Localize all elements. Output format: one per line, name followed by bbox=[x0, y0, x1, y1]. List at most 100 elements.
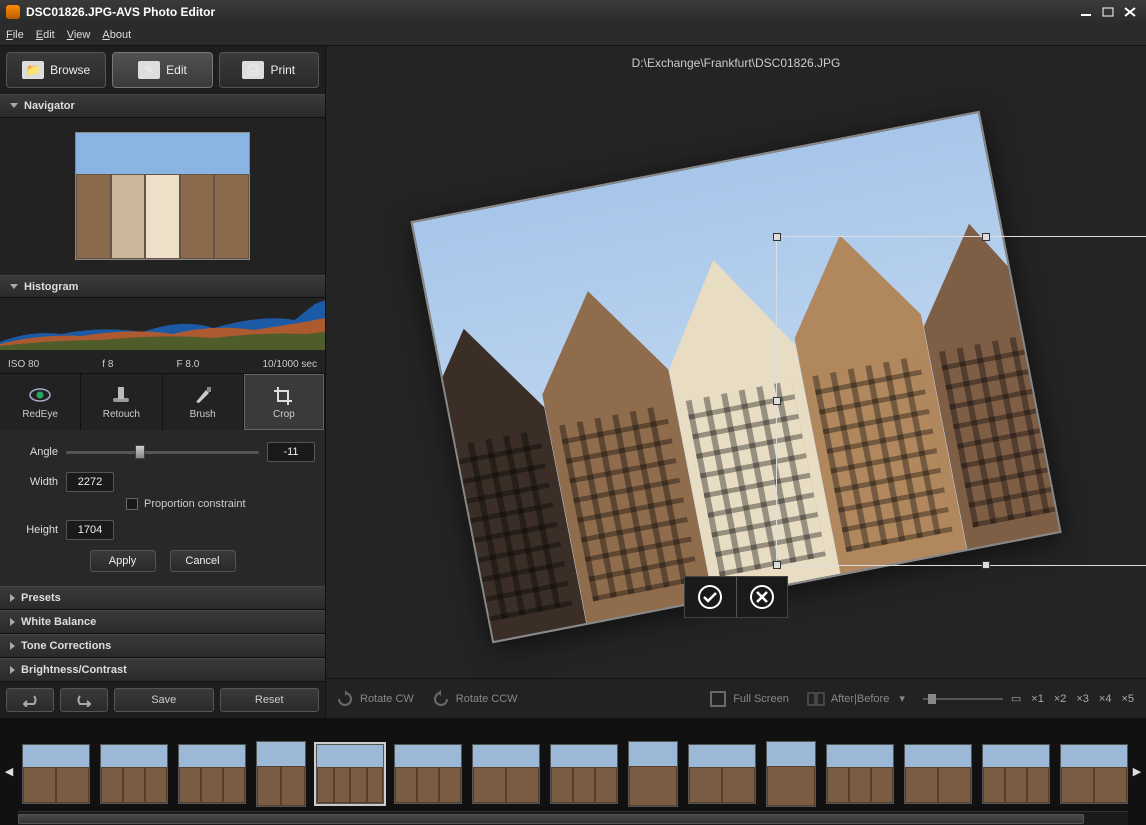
crop-handle[interactable] bbox=[982, 233, 990, 241]
file-path: D:\Exchange\Frankfurt\DSC01826.JPG bbox=[326, 46, 1146, 76]
eye-icon bbox=[28, 385, 52, 405]
zoom-x3[interactable]: ×3 bbox=[1074, 693, 1091, 705]
browse-button[interactable]: 📁Browse bbox=[6, 52, 106, 88]
thumbnail[interactable] bbox=[904, 744, 972, 804]
crop-handle[interactable] bbox=[773, 397, 781, 405]
proportion-checkbox[interactable] bbox=[126, 498, 138, 510]
tone-corrections-header[interactable]: Tone Corrections bbox=[0, 634, 325, 658]
thumbnail[interactable] bbox=[22, 744, 90, 804]
rotate-cw-button[interactable]: Rotate CW bbox=[336, 690, 414, 708]
angle-slider[interactable] bbox=[66, 445, 259, 459]
crop-icon bbox=[272, 385, 296, 405]
save-button[interactable]: Save bbox=[114, 688, 214, 712]
reject-button[interactable] bbox=[737, 577, 788, 617]
crop-panel: Angle -11 Width 2272 Proportion constrai… bbox=[0, 430, 325, 586]
thumbnail[interactable] bbox=[550, 744, 618, 804]
histogram-panel: ISO 80 f 8 F 8.0 10/1000 sec bbox=[0, 298, 325, 373]
retouch-icon bbox=[109, 385, 133, 405]
retouch-tool[interactable]: Retouch bbox=[81, 374, 162, 430]
thumbnail[interactable] bbox=[100, 744, 168, 804]
menu-file[interactable]: File bbox=[6, 29, 24, 41]
thumbnail[interactable] bbox=[472, 744, 540, 804]
chevron-down-icon: ▾ bbox=[899, 692, 905, 705]
navigator-header[interactable]: Navigator bbox=[0, 94, 325, 118]
cancel-button[interactable]: Cancel bbox=[170, 550, 236, 572]
thumbnail[interactable] bbox=[766, 741, 816, 807]
width-label: Width bbox=[10, 476, 58, 488]
crop-handle[interactable] bbox=[773, 561, 781, 569]
apply-button[interactable]: Apply bbox=[90, 550, 156, 572]
fullscreen-button[interactable]: Full Screen bbox=[709, 690, 789, 708]
undo-icon bbox=[20, 693, 40, 707]
chevron-right-icon bbox=[10, 666, 15, 674]
thumbnail[interactable] bbox=[1060, 744, 1128, 804]
angle-input[interactable]: -11 bbox=[267, 442, 315, 462]
fullscreen-icon bbox=[709, 690, 727, 708]
close-button[interactable] bbox=[1120, 5, 1140, 19]
title-app: AVS Photo Editor bbox=[116, 5, 215, 19]
thumbnail[interactable] bbox=[178, 744, 246, 804]
angle-label: Angle bbox=[10, 446, 58, 458]
crop-tool[interactable]: Crop bbox=[244, 374, 325, 430]
slider-thumb[interactable] bbox=[135, 445, 145, 459]
menu-view[interactable]: View bbox=[67, 29, 91, 41]
zoom-x1[interactable]: ×1 bbox=[1029, 693, 1046, 705]
width-input[interactable]: 2272 bbox=[66, 472, 114, 492]
presets-header[interactable]: Presets bbox=[0, 586, 325, 610]
redo-button[interactable] bbox=[60, 688, 108, 712]
slider-thumb[interactable] bbox=[928, 694, 936, 704]
navigator-thumbnail[interactable] bbox=[75, 132, 250, 260]
crop-handle[interactable] bbox=[982, 561, 990, 569]
thumbnail-selected[interactable] bbox=[316, 744, 384, 804]
confirm-button[interactable] bbox=[685, 577, 736, 617]
thumbnail[interactable] bbox=[826, 744, 894, 804]
content-area: D:\Exchange\Frankfurt\DSC01826.JPG Rotat… bbox=[326, 46, 1146, 718]
thumbnail[interactable] bbox=[394, 744, 462, 804]
histogram-header[interactable]: Histogram bbox=[0, 275, 325, 299]
zoom-x2[interactable]: ×2 bbox=[1052, 693, 1069, 705]
canvas-area[interactable] bbox=[326, 76, 1146, 678]
menu-edit[interactable]: Edit bbox=[36, 29, 55, 41]
chevron-down-icon bbox=[10, 284, 18, 289]
thumbnail[interactable] bbox=[688, 744, 756, 804]
filmstrip-prev[interactable]: ◀ bbox=[0, 728, 18, 816]
after-before-button[interactable]: After|Before▾ bbox=[807, 690, 905, 708]
redeye-tool[interactable]: RedEye bbox=[0, 374, 81, 430]
zoom-x5[interactable]: ×5 bbox=[1119, 693, 1136, 705]
print-button[interactable]: 🖨Print bbox=[219, 52, 319, 88]
maximize-button[interactable] bbox=[1098, 5, 1118, 19]
crop-handle[interactable] bbox=[773, 233, 781, 241]
bottom-actions: Save Reset bbox=[0, 682, 325, 718]
thumbnail[interactable] bbox=[256, 741, 306, 807]
rotate-ccw-button[interactable]: Rotate CCW bbox=[432, 690, 518, 708]
zoom-slider[interactable] bbox=[923, 694, 1003, 704]
compare-icon bbox=[807, 690, 825, 708]
brightness-contrast-header[interactable]: Brightness/Contrast bbox=[0, 658, 325, 682]
reset-button[interactable]: Reset bbox=[220, 688, 320, 712]
thumbnail[interactable] bbox=[982, 744, 1050, 804]
zoom-fit[interactable]: ▭ bbox=[1009, 692, 1023, 705]
content-toolbar: Rotate CW Rotate CCW Full Screen After|B… bbox=[326, 678, 1146, 718]
scrollbar-grip[interactable] bbox=[18, 814, 1084, 824]
undo-button[interactable] bbox=[6, 688, 54, 712]
rotate-ccw-icon bbox=[432, 690, 450, 708]
menu-about[interactable]: About bbox=[102, 29, 131, 41]
height-input[interactable]: 1704 bbox=[66, 520, 114, 540]
thumbnail[interactable] bbox=[628, 741, 678, 807]
white-balance-header[interactable]: White Balance bbox=[0, 610, 325, 634]
histogram-aperture2: F 8.0 bbox=[177, 359, 200, 370]
mode-toolbar: 📁Browse ✎Edit 🖨Print bbox=[0, 46, 325, 94]
chevron-right-icon bbox=[10, 618, 15, 626]
app-icon bbox=[6, 5, 20, 19]
crop-rectangle[interactable] bbox=[776, 236, 1146, 566]
minimize-button[interactable] bbox=[1076, 5, 1096, 19]
filmstrip-scrollbar[interactable] bbox=[18, 811, 1128, 825]
zoom-x4[interactable]: ×4 bbox=[1097, 693, 1114, 705]
x-icon bbox=[749, 584, 775, 610]
edit-button[interactable]: ✎Edit bbox=[112, 52, 212, 88]
proportion-label: Proportion constraint bbox=[144, 498, 246, 510]
filmstrip-next[interactable]: ▶ bbox=[1128, 728, 1146, 816]
brush-tool[interactable]: Brush bbox=[163, 374, 244, 430]
histogram-aperture1: f 8 bbox=[102, 359, 113, 370]
chevron-down-icon bbox=[10, 103, 18, 108]
